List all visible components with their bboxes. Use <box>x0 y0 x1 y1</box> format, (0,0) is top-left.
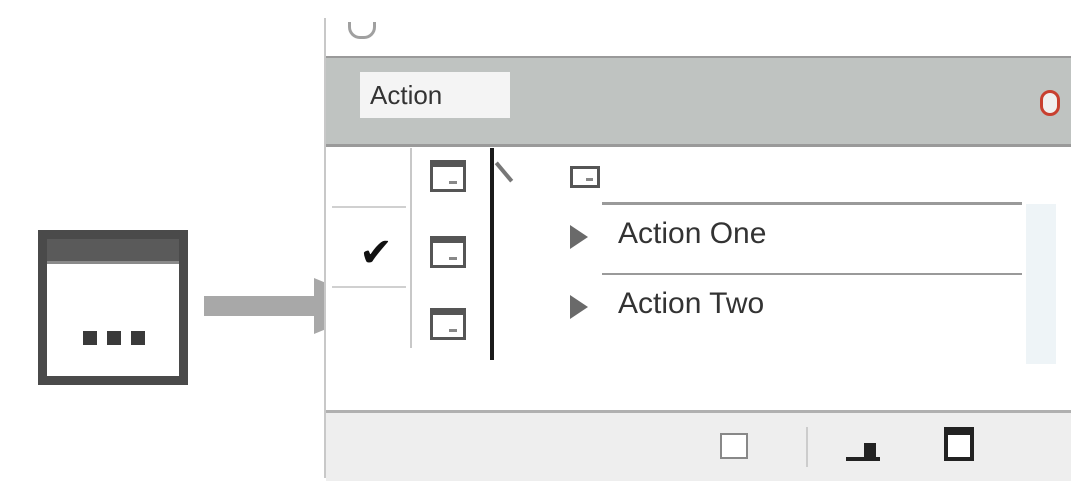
dialog-toggle-icon[interactable] <box>430 160 466 192</box>
dialog-dot-icon <box>131 331 145 345</box>
dialog-dot-icon <box>83 331 97 345</box>
expand-triangle-icon[interactable] <box>570 295 588 319</box>
row-separator <box>332 286 406 288</box>
collapse-icon[interactable] <box>348 22 376 39</box>
dialog-toggle-icon[interactable] <box>430 236 466 268</box>
panel-empty-area <box>326 364 1071 410</box>
row-separator <box>332 206 406 208</box>
panel-top-strip <box>326 18 1071 58</box>
expand-triangle-icon[interactable] <box>570 225 588 249</box>
illustration: Action ✔ Action One Action Two <box>0 0 1075 482</box>
dialog-toggle-icon[interactable] <box>430 308 466 340</box>
new-set-icon[interactable] <box>846 439 880 461</box>
list-item[interactable]: Action One <box>570 207 1022 269</box>
panel-header: Action <box>326 58 1071 147</box>
column-divider <box>410 148 412 348</box>
dialog-footer-icon[interactable] <box>720 433 748 459</box>
panel-tab-title[interactable]: Action <box>360 72 510 118</box>
toggle-item-checkmark[interactable]: ✔ <box>354 228 398 278</box>
action-label: Action One <box>618 217 767 250</box>
actions-panel: Action ✔ Action One Action Two <box>324 18 1071 481</box>
list-item[interactable]: Action Two <box>570 277 1022 339</box>
dialog-dot-icon <box>107 331 121 345</box>
action-label: Action Two <box>618 287 765 320</box>
column-divider-main <box>490 148 494 360</box>
panel-footer <box>326 410 1071 481</box>
enlarged-dialog-icon <box>38 230 188 385</box>
action-set-icon <box>570 166 600 188</box>
footer-divider <box>806 427 808 467</box>
dialog-titlebar <box>47 239 179 264</box>
new-action-icon[interactable] <box>944 427 974 461</box>
action-list: Action One Action Two <box>570 202 1022 368</box>
list-divider <box>602 273 1022 275</box>
panel-menu-icon[interactable] <box>1040 90 1060 116</box>
